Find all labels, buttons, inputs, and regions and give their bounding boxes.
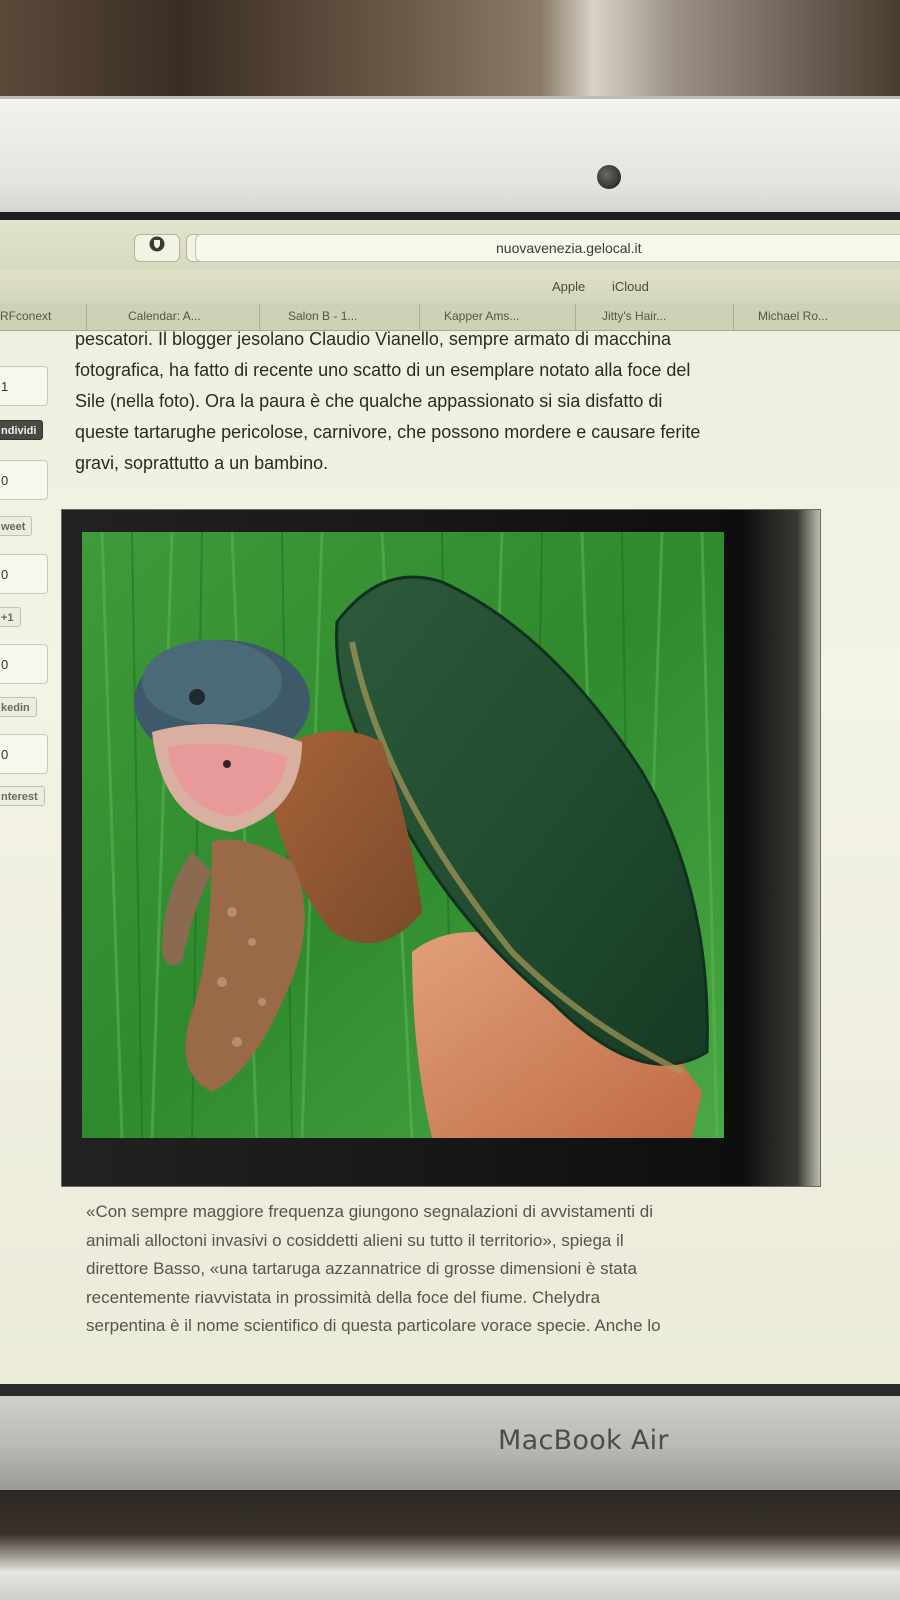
article-paragraph-bottom: «Con sempre maggiore frequenza giungono … (86, 1198, 806, 1341)
screen-bezel (0, 212, 900, 220)
article-line: direttore Basso, «una tartaruga azzannat… (86, 1259, 637, 1278)
pinterest-count: 0 (0, 734, 48, 774)
favorite-apple[interactable]: Apple (552, 279, 585, 294)
browser-screen: nuovavenezia.gelocal.it Apple iCloud RFc… (0, 220, 900, 1388)
shield-icon[interactable] (134, 234, 180, 262)
laptop-hinge (0, 1396, 900, 1490)
laptop-brand-label: MacBook Air (498, 1425, 669, 1456)
pinterest-button[interactable]: nterest (0, 786, 45, 806)
address-bar[interactable]: nuovavenezia.gelocal.it (195, 234, 900, 262)
gplus-button[interactable]: +1 (0, 607, 21, 627)
laptop-lid (0, 96, 900, 223)
background-room (0, 0, 900, 108)
favorite-icloud[interactable]: iCloud (612, 279, 649, 294)
article-line: gravi, soprattutto a un bambino. (75, 453, 329, 473)
share-button[interactable]: ndividi (0, 420, 44, 440)
tweet-button[interactable]: weet (0, 516, 33, 536)
gplus-count: 0 (0, 554, 48, 594)
snapping-turtle-photo[interactable] (82, 532, 724, 1138)
laptop-base (0, 1490, 900, 1600)
linkedin-count: 0 (0, 644, 48, 684)
article-line: recentemente riavvistata in prossimità d… (86, 1287, 601, 1307)
tweet-count: 0 (0, 460, 48, 500)
url-text: nuovavenezia.gelocal.it (496, 240, 642, 256)
browser-toolbar: nuovavenezia.gelocal.it (0, 220, 900, 271)
article-line: queste tartarughe pericolose, carnivore,… (75, 422, 701, 442)
article-line: fotografica, ha fatto di recente uno sca… (75, 360, 691, 380)
article-line: Sile (nella foto). Ora la paura è che qu… (75, 391, 663, 411)
share-count: 1 (0, 366, 48, 406)
linkedin-button[interactable]: kedin (0, 697, 37, 717)
tab-rfconext[interactable]: RFconext (0, 304, 87, 330)
article-line: animali alloctoni invasivi o cosiddetti … (86, 1230, 624, 1250)
article-line: pescatori. Il blogger jesolano Claudio V… (75, 329, 671, 349)
favorites-bar: Apple iCloud (0, 270, 900, 305)
article-paragraph-top: pescatori. Il blogger jesolano Claudio V… (75, 324, 835, 479)
webcam (597, 165, 621, 189)
article-line: serpentina è il nome scientifico di ques… (86, 1316, 661, 1335)
article-line: «Con sempre maggiore frequenza giungono … (86, 1202, 654, 1221)
